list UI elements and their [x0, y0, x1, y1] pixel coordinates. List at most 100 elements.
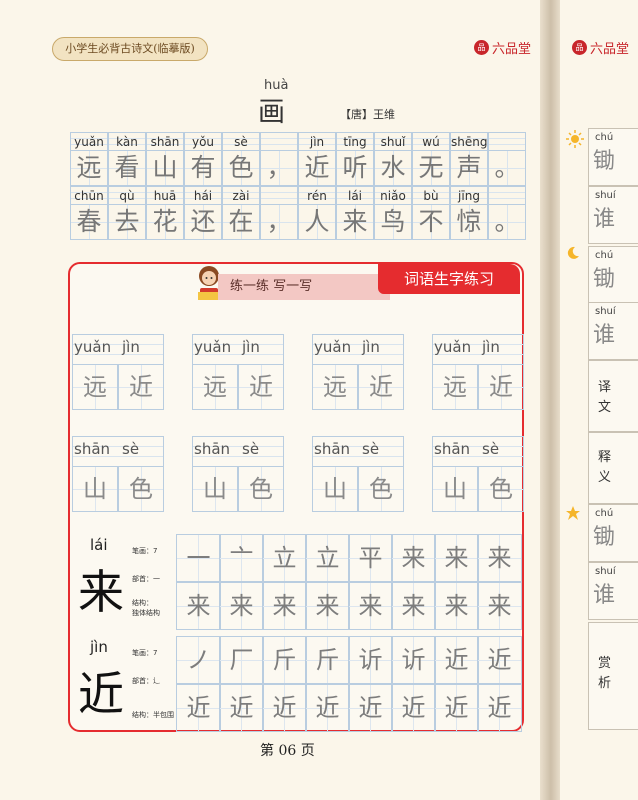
word-pinyin: shān [194, 440, 231, 458]
stroke-trace-cell: 近 [305, 684, 350, 732]
word-pinyin: sè [482, 440, 500, 458]
next-page-character-cell: shuí 谁 [588, 302, 638, 360]
character-info-block: jìn 近 笔画：7 部首：辶 结构：半包围 [72, 636, 176, 736]
next-page-character: 谁 [593, 207, 616, 232]
radical: 部首：一 [132, 575, 160, 583]
poem-cell-character: 山 [146, 150, 184, 186]
structure-type: 结构：半包围 [132, 711, 174, 719]
poem-cell-character: 声 [450, 150, 488, 186]
next-page-character: 谁 [593, 583, 616, 608]
stroke-trace-cell: 近 [348, 684, 393, 732]
poem-cell-pinyin: wú [412, 132, 450, 151]
next-page-character: 锄 [593, 525, 616, 550]
next-page-character-cell: shuí 谁 [588, 562, 638, 620]
stroke-count: 笔画：7 [132, 547, 158, 555]
poem-cell-character: 春 [70, 204, 108, 240]
poem-cell-pinyin: yǒu [184, 132, 222, 151]
poem-cell-pinyin [488, 132, 526, 151]
word-practice-box: yuǎn jìn 远近 [72, 334, 164, 414]
star-icon [566, 506, 580, 520]
stroke-trace-cell: 来 [305, 582, 350, 630]
appreciation-label: 赏析 [598, 656, 612, 691]
poem-cell-character: 惊 [450, 204, 488, 240]
word-character-cell: 远 [312, 364, 358, 410]
poem-cell-character: 水 [374, 150, 412, 186]
structure-label: 结构： [132, 599, 153, 607]
poem-cell-character: 。 [488, 150, 526, 186]
character-pinyin: lái [90, 536, 108, 554]
character-pinyin: jìn [90, 638, 108, 656]
poem-cell-pinyin [260, 132, 298, 151]
poem-cell-character: 听 [336, 150, 374, 186]
stroke-count: 笔画：7 [132, 649, 158, 657]
poem-cell-character: 远 [70, 150, 108, 186]
poem-cell-character: 去 [108, 204, 146, 240]
stroke-trace-cell: 䜣 [348, 636, 393, 684]
poem-cell-pinyin: qù [108, 186, 146, 205]
poem-cell-pinyin: jīng [450, 186, 488, 205]
stroke-trace-cell: 斤 [305, 636, 350, 684]
word-practice-box: shān sè 山色 [432, 436, 524, 516]
word-character-cell: 色 [238, 466, 284, 512]
word-practice-box: shān sè 山色 [312, 436, 404, 516]
poem-cell-pinyin: lái [336, 186, 374, 205]
poem-cell-pinyin: rén [298, 186, 336, 205]
word-character-cell: 色 [118, 466, 164, 512]
word-pinyin: shān [434, 440, 471, 458]
stroke-trace-cell: 立 [262, 534, 307, 582]
word-pinyin: yuǎn [314, 338, 352, 356]
word-pinyin: sè [242, 440, 260, 458]
poem-cell-character: 有 [184, 150, 222, 186]
word-character-cell: 色 [358, 466, 404, 512]
poem-cell-pinyin: tīng [336, 132, 374, 151]
poem-cell-character: 近 [298, 150, 336, 186]
stroke-trace-cell: 近 [262, 684, 307, 732]
sun-icon [566, 130, 584, 148]
word-character-cell: 近 [238, 364, 284, 410]
poem-cell-character: 无 [412, 150, 450, 186]
character-info-block: lái 来 笔画：7 部首：一 结构： 独体结构 [72, 534, 176, 634]
word-practice-box: yuǎn jìn 远近 [312, 334, 404, 414]
word-practice-box: yuǎn jìn 远近 [432, 334, 524, 414]
brand-seal-icon: 品 [474, 40, 489, 55]
stroke-trace-cell: 一 [176, 534, 221, 582]
stroke-trace-cell: 来 [477, 582, 522, 630]
radical: 部首：辶 [132, 677, 160, 685]
stroke-trace-cell: 立 [305, 534, 350, 582]
structure-type: 独体结构 [132, 609, 160, 617]
next-page-character: 锄 [593, 267, 616, 292]
word-character-cell: 山 [72, 466, 118, 512]
poem-cell-pinyin: shēng [450, 132, 488, 151]
brand-seal-icon: 品 [572, 40, 587, 55]
stroke-trace-cell: 来 [391, 534, 436, 582]
stroke-trace-cell: 来 [348, 582, 393, 630]
next-page-character-cell: chú 锄 [588, 504, 638, 562]
poem-cell-pinyin: hái [184, 186, 222, 205]
word-pinyin: sè [122, 440, 140, 458]
poem-cell-pinyin [488, 186, 526, 205]
stroke-trace-cell: 近 [434, 636, 479, 684]
poem-cell-character: 来 [336, 204, 374, 240]
word-pinyin: yuǎn [194, 338, 232, 356]
series-title: 小学生必背古诗文(临摹版) [52, 37, 208, 61]
stroke-trace-cell: 平 [348, 534, 393, 582]
poem-cell-character: 。 [488, 204, 526, 240]
brand-name: 六品堂 [492, 42, 532, 57]
word-character-cell: 山 [192, 466, 238, 512]
poem-cell-pinyin: niǎo [374, 186, 412, 205]
poem-cell-pinyin: bù [412, 186, 450, 205]
poem-cell-character: 在 [222, 204, 260, 240]
stroke-trace-cell: 来 [434, 582, 479, 630]
stroke-trace-cell: 来 [391, 582, 436, 630]
stroke-trace-cell: 来 [262, 582, 307, 630]
poem-cell-character: ， [260, 204, 298, 240]
word-character-cell: 山 [432, 466, 478, 512]
stroke-trace-cell: 来 [176, 582, 221, 630]
next-page-character: 锄 [593, 149, 616, 174]
word-pinyin: sè [362, 440, 380, 458]
poem-cell-character: ， [260, 150, 298, 186]
poem-cell-pinyin: huā [146, 186, 184, 205]
stroke-trace-cell: 近 [434, 684, 479, 732]
word-character-cell: 远 [432, 364, 478, 410]
stroke-trace-cell: 近 [219, 684, 264, 732]
